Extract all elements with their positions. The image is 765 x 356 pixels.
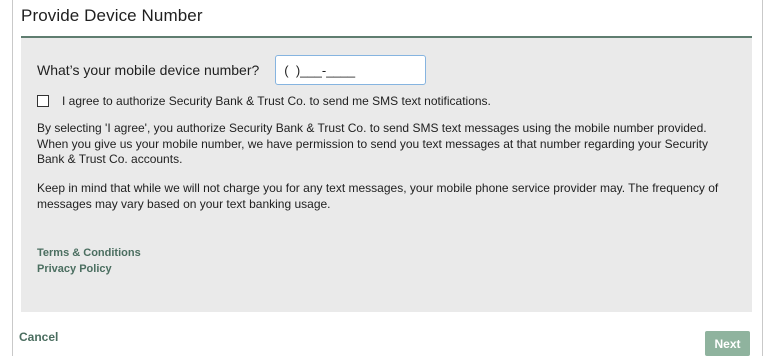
legal-links: Terms & Conditions Privacy Policy [37, 245, 141, 277]
privacy-policy-link[interactable]: Privacy Policy [37, 261, 141, 277]
provide-device-number-dialog: Provide Device Number What’s your mobile… [12, 0, 763, 356]
consent-paragraph: By selecting 'I agree', you authorize Se… [37, 121, 709, 166]
dialog-title: Provide Device Number [21, 6, 203, 25]
content-panel: What’s your mobile device number? I agre… [21, 38, 752, 312]
cancel-link[interactable]: Cancel [19, 330, 58, 344]
agree-row: I agree to authorize Security Bank & Tru… [37, 94, 491, 108]
terms-conditions-link[interactable]: Terms & Conditions [37, 245, 141, 261]
agree-label[interactable]: I agree to authorize Security Bank & Tru… [62, 94, 491, 108]
next-button[interactable]: Next [705, 331, 750, 356]
phone-question-row: What’s your mobile device number? [37, 54, 427, 86]
phone-number-input[interactable] [275, 55, 427, 85]
phone-question-label: What’s your mobile device number? [37, 62, 260, 78]
charges-paragraph: Keep in mind that while we will not char… [37, 181, 719, 211]
agree-checkbox[interactable] [37, 95, 49, 107]
